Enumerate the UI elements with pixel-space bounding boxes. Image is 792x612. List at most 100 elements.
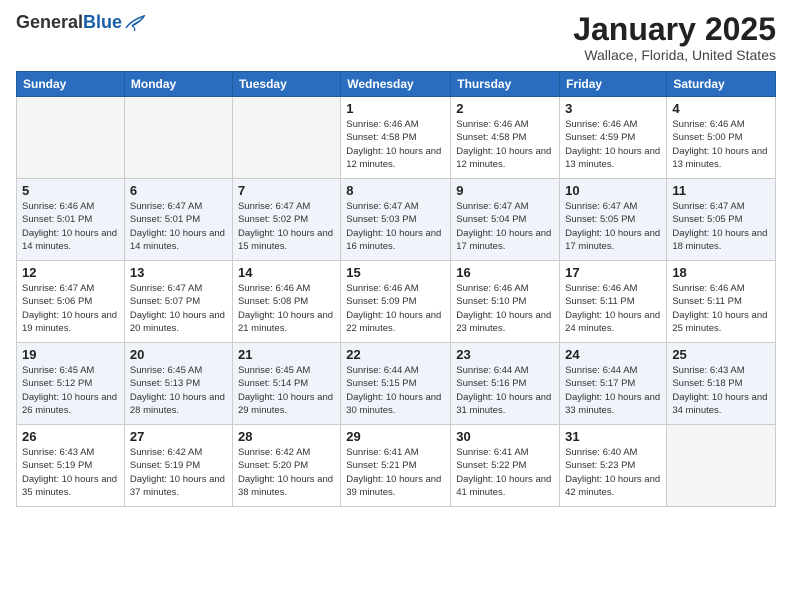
calendar-cell: 7 Sunrise: 6:47 AMSunset: 5:02 PMDaylight… xyxy=(232,179,340,261)
day-info: Sunrise: 6:47 AMSunset: 5:03 PMDaylight:… xyxy=(346,200,445,253)
day-info: Sunrise: 6:44 AMSunset: 5:17 PMDaylight:… xyxy=(565,364,661,417)
day-number: 29 xyxy=(346,429,445,444)
day-number: 1 xyxy=(346,101,445,116)
logo: GeneralBlue xyxy=(16,12,146,33)
day-info: Sunrise: 6:46 AMSunset: 5:11 PMDaylight:… xyxy=(672,282,770,335)
day-number: 26 xyxy=(22,429,119,444)
day-info: Sunrise: 6:47 AMSunset: 5:04 PMDaylight:… xyxy=(456,200,554,253)
week-row-4: 19Sunrise: 6:45 AMSunset: 5:12 PMDayligh… xyxy=(17,343,776,425)
calendar-cell: 21 Sunrise: 6:45 AMSunset: 5:14 PMDayligh… xyxy=(232,343,340,425)
day-info: Sunrise: 6:43 AMSunset: 5:19 PMDaylight:… xyxy=(22,446,119,499)
day-number: 22 xyxy=(346,347,445,362)
day-number: 5 xyxy=(22,183,119,198)
calendar-cell: 18 Sunrise: 6:46 AMSunset: 5:11 PMDayligh… xyxy=(667,261,776,343)
title-area: January 2025 Wallace, Florida, United St… xyxy=(573,12,776,63)
calendar-cell: 13 Sunrise: 6:47 AMSunset: 5:07 PMDayligh… xyxy=(124,261,232,343)
day-number: 27 xyxy=(130,429,227,444)
calendar-cell: 16Sunrise: 6:46 AMSunset: 5:10 PMDayligh… xyxy=(451,261,560,343)
day-info: Sunrise: 6:41 AMSunset: 5:21 PMDaylight:… xyxy=(346,446,445,499)
day-info: Sunrise: 6:42 AMSunset: 5:19 PMDaylight:… xyxy=(130,446,227,499)
day-number: 6 xyxy=(130,183,227,198)
day-number: 8 xyxy=(346,183,445,198)
day-number: 17 xyxy=(565,265,661,280)
logo-general-text: General xyxy=(16,12,83,32)
day-number: 21 xyxy=(238,347,335,362)
calendar-cell: 29 Sunrise: 6:41 AMSunset: 5:21 PMDayligh… xyxy=(341,425,451,507)
day-number: 3 xyxy=(565,101,661,116)
day-info: Sunrise: 6:42 AMSunset: 5:20 PMDaylight:… xyxy=(238,446,335,499)
day-info: Sunrise: 6:43 AMSunset: 5:18 PMDaylight:… xyxy=(672,364,770,417)
weekday-saturday: Saturday xyxy=(667,72,776,97)
calendar-cell: 28 Sunrise: 6:42 AMSunset: 5:20 PMDayligh… xyxy=(232,425,340,507)
day-info: Sunrise: 6:46 AMSunset: 4:58 PMDaylight:… xyxy=(346,118,445,171)
weekday-thursday: Thursday xyxy=(451,72,560,97)
calendar-cell xyxy=(232,97,340,179)
day-info: Sunrise: 6:47 AMSunset: 5:07 PMDaylight:… xyxy=(130,282,227,335)
day-info: Sunrise: 6:47 AMSunset: 5:02 PMDaylight:… xyxy=(238,200,335,253)
calendar-table: SundayMondayTuesdayWednesdayThursdayFrid… xyxy=(16,71,776,507)
calendar-cell: 10Sunrise: 6:47 AMSunset: 5:05 PMDayligh… xyxy=(560,179,667,261)
day-number: 11 xyxy=(672,183,770,198)
weekday-friday: Friday xyxy=(560,72,667,97)
day-info: Sunrise: 6:46 AMSunset: 5:01 PMDaylight:… xyxy=(22,200,119,253)
day-number: 4 xyxy=(672,101,770,116)
header: GeneralBlue January 2025 Wallace, Florid… xyxy=(16,12,776,63)
day-info: Sunrise: 6:47 AMSunset: 5:06 PMDaylight:… xyxy=(22,282,119,335)
day-info: Sunrise: 6:46 AMSunset: 4:58 PMDaylight:… xyxy=(456,118,554,171)
day-number: 18 xyxy=(672,265,770,280)
day-number: 13 xyxy=(130,265,227,280)
day-number: 2 xyxy=(456,101,554,116)
day-info: Sunrise: 6:41 AMSunset: 5:22 PMDaylight:… xyxy=(456,446,554,499)
calendar-cell: 19Sunrise: 6:45 AMSunset: 5:12 PMDayligh… xyxy=(17,343,125,425)
calendar-cell: 2 Sunrise: 6:46 AMSunset: 4:58 PMDaylight… xyxy=(451,97,560,179)
day-number: 16 xyxy=(456,265,554,280)
calendar-cell: 31Sunrise: 6:40 AMSunset: 5:23 PMDayligh… xyxy=(560,425,667,507)
logo-blue-text: Blue xyxy=(83,12,122,32)
day-number: 10 xyxy=(565,183,661,198)
calendar-cell: 9 Sunrise: 6:47 AMSunset: 5:04 PMDaylight… xyxy=(451,179,560,261)
day-number: 20 xyxy=(130,347,227,362)
calendar-cell xyxy=(17,97,125,179)
day-info: Sunrise: 6:47 AMSunset: 5:05 PMDaylight:… xyxy=(672,200,770,253)
day-number: 15 xyxy=(346,265,445,280)
day-number: 25 xyxy=(672,347,770,362)
calendar-cell: 27 Sunrise: 6:42 AMSunset: 5:19 PMDayligh… xyxy=(124,425,232,507)
weekday-header-row: SundayMondayTuesdayWednesdayThursdayFrid… xyxy=(17,72,776,97)
calendar-cell xyxy=(667,425,776,507)
calendar-cell xyxy=(124,97,232,179)
day-number: 7 xyxy=(238,183,335,198)
logo-bird-icon xyxy=(124,14,146,32)
weekday-sunday: Sunday xyxy=(17,72,125,97)
week-row-1: 1 Sunrise: 6:46 AMSunset: 4:58 PMDaylight… xyxy=(17,97,776,179)
calendar-cell: 22Sunrise: 6:44 AMSunset: 5:15 PMDayligh… xyxy=(341,343,451,425)
calendar-cell: 12 Sunrise: 6:47 AMSunset: 5:06 PMDayligh… xyxy=(17,261,125,343)
calendar-cell: 8 Sunrise: 6:47 AMSunset: 5:03 PMDaylight… xyxy=(341,179,451,261)
week-row-5: 26 Sunrise: 6:43 AMSunset: 5:19 PMDayligh… xyxy=(17,425,776,507)
calendar-cell: 26 Sunrise: 6:43 AMSunset: 5:19 PMDayligh… xyxy=(17,425,125,507)
day-info: Sunrise: 6:47 AMSunset: 5:01 PMDaylight:… xyxy=(130,200,227,253)
day-number: 28 xyxy=(238,429,335,444)
calendar-cell: 1 Sunrise: 6:46 AMSunset: 4:58 PMDaylight… xyxy=(341,97,451,179)
day-number: 24 xyxy=(565,347,661,362)
calendar-page: GeneralBlue January 2025 Wallace, Florid… xyxy=(0,0,792,612)
calendar-cell: 17Sunrise: 6:46 AMSunset: 5:11 PMDayligh… xyxy=(560,261,667,343)
day-info: Sunrise: 6:46 AMSunset: 5:00 PMDaylight:… xyxy=(672,118,770,171)
day-number: 14 xyxy=(238,265,335,280)
week-row-2: 5 Sunrise: 6:46 AMSunset: 5:01 PMDaylight… xyxy=(17,179,776,261)
day-number: 9 xyxy=(456,183,554,198)
day-number: 30 xyxy=(456,429,554,444)
calendar-cell: 4 Sunrise: 6:46 AMSunset: 5:00 PMDaylight… xyxy=(667,97,776,179)
day-number: 12 xyxy=(22,265,119,280)
calendar-cell: 23Sunrise: 6:44 AMSunset: 5:16 PMDayligh… xyxy=(451,343,560,425)
calendar-cell: 6 Sunrise: 6:47 AMSunset: 5:01 PMDaylight… xyxy=(124,179,232,261)
day-info: Sunrise: 6:46 AMSunset: 4:59 PMDaylight:… xyxy=(565,118,661,171)
day-info: Sunrise: 6:40 AMSunset: 5:23 PMDaylight:… xyxy=(565,446,661,499)
calendar-cell: 3 Sunrise: 6:46 AMSunset: 4:59 PMDaylight… xyxy=(560,97,667,179)
weekday-monday: Monday xyxy=(124,72,232,97)
day-info: Sunrise: 6:46 AMSunset: 5:09 PMDaylight:… xyxy=(346,282,445,335)
weekday-wednesday: Wednesday xyxy=(341,72,451,97)
day-info: Sunrise: 6:45 AMSunset: 5:14 PMDaylight:… xyxy=(238,364,335,417)
calendar-cell: 11 Sunrise: 6:47 AMSunset: 5:05 PMDayligh… xyxy=(667,179,776,261)
calendar-cell: 24 Sunrise: 6:44 AMSunset: 5:17 PMDayligh… xyxy=(560,343,667,425)
day-number: 23 xyxy=(456,347,554,362)
